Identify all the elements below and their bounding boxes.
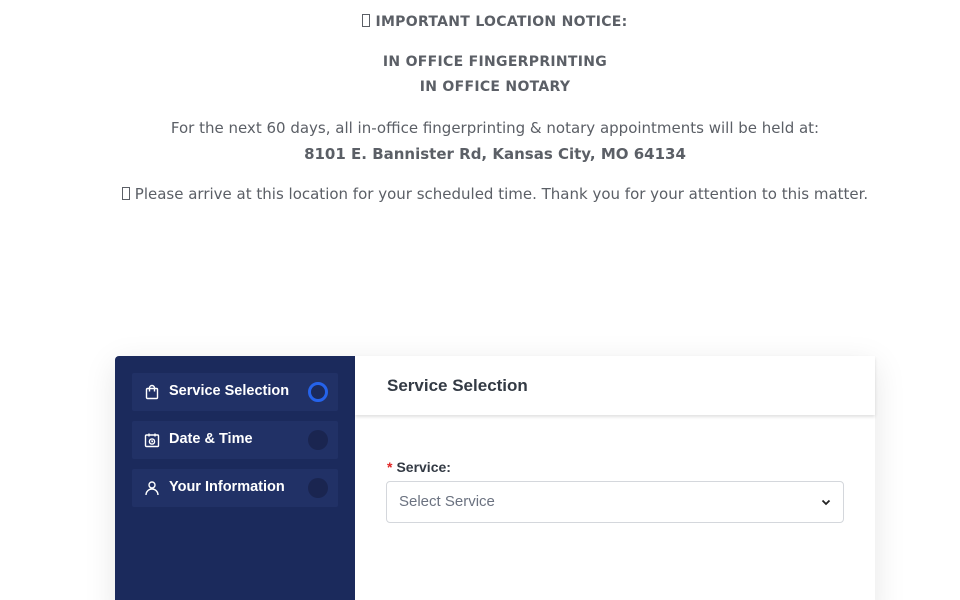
page-title: Service Selection bbox=[387, 376, 528, 395]
step-status-indicator bbox=[308, 382, 328, 402]
main-header: Service Selection bbox=[355, 356, 875, 415]
service-select[interactable]: Select Service bbox=[386, 481, 844, 523]
booking-steps-sidebar: Service Selection Date & Time Your Infor… bbox=[115, 356, 355, 600]
step-status-indicator bbox=[308, 478, 328, 498]
chevron-down-icon bbox=[821, 499, 831, 506]
step-your-information[interactable]: Your Information bbox=[132, 469, 338, 507]
notice-line-notary: IN OFFICE NOTARY bbox=[419, 79, 571, 95]
notice-line-fingerprinting: IN OFFICE FINGERPRINTING bbox=[382, 54, 608, 70]
notice-body: For the next 60 days, all in-office fing… bbox=[170, 119, 820, 137]
calendar-clock-icon bbox=[144, 433, 160, 448]
booking-widget: Service Selection Date & Time Your Infor… bbox=[115, 356, 875, 600]
missing-glyph-icon bbox=[121, 187, 130, 200]
service-field-label: * Service: bbox=[387, 459, 451, 475]
shopping-bag-icon bbox=[145, 384, 159, 400]
step-label: Date & Time bbox=[169, 431, 253, 447]
user-icon bbox=[145, 481, 159, 496]
step-date-time[interactable]: Date & Time bbox=[132, 421, 338, 459]
notice-address: 8101 E. Bannister Rd, Kansas City, MO 64… bbox=[304, 145, 686, 163]
step-label: Service Selection bbox=[169, 383, 290, 399]
step-label: Your Information bbox=[169, 479, 285, 495]
step-service-selection[interactable]: Service Selection bbox=[132, 373, 338, 411]
missing-glyph-icon bbox=[362, 14, 371, 27]
notice-arrive: Please arrive at this location for your … bbox=[0, 185, 960, 203]
notice-title: IMPORTANT LOCATION NOTICE: bbox=[0, 14, 960, 30]
service-select-placeholder: Select Service bbox=[399, 493, 495, 510]
step-status-indicator bbox=[308, 430, 328, 450]
required-marker: * bbox=[387, 459, 393, 475]
